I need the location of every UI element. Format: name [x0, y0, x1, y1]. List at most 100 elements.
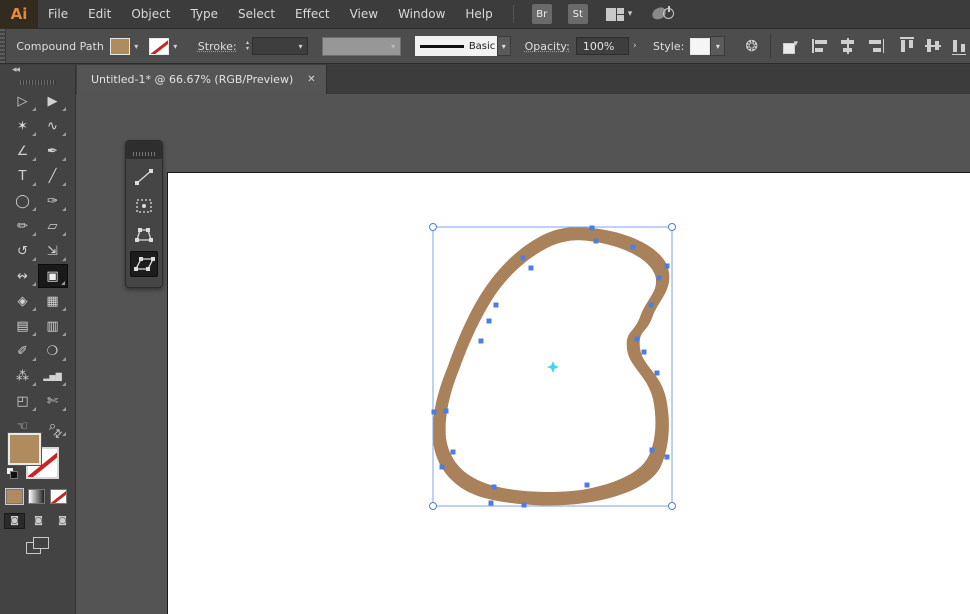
scale-tool[interactable]: ⇲ — [38, 239, 68, 263]
stroke-none-swatch[interactable] — [149, 38, 169, 55]
align-left-icon[interactable] — [812, 37, 832, 55]
artboard[interactable] — [167, 172, 970, 614]
align-middle-vertical-icon[interactable] — [924, 37, 944, 55]
sync-settings-icon[interactable] — [652, 5, 674, 23]
menu-effect[interactable]: Effect — [285, 0, 340, 29]
lasso-tool[interactable]: ∿ — [38, 114, 68, 138]
fill-color-indicator[interactable] — [8, 433, 41, 465]
stroke-weight-stepper[interactable]: ▴▾ — [243, 37, 253, 55]
rotate-tool[interactable]: ↺ — [8, 239, 38, 263]
perspective-grid-tool[interactable]: ▦ — [38, 289, 68, 313]
tools-grid: ▷▶✶∿∠✒T╱◯✑✏▱↺⇲↭▣◈▦▤▥✐❍⁂▂▅▇◰✄☜⌕ — [0, 89, 75, 438]
stroke-preview-line — [420, 45, 464, 48]
free-transform-tool[interactable]: ▣ — [38, 264, 68, 288]
document-tab-bar: Untitled-1* @ 66.67% (RGB/Preview) ✕ — [0, 65, 970, 94]
column-graph-tool[interactable]: ▂▅▇ — [38, 364, 68, 388]
close-icon[interactable]: ✕ — [307, 74, 315, 85]
drawing-mode-buttons: ◙ ◙ ◙ — [4, 513, 73, 529]
tools-panel: ◂◂ ▷▶✶∿∠✒T╱◯✑✏▱↺⇲↭▣◈▦▤▥✐❍⁂▂▅▇◰✄☜⌕ ⇄ ◙ ◙ … — [0, 65, 76, 614]
menu-help[interactable]: Help — [455, 0, 502, 29]
style-label: Style: — [653, 40, 684, 53]
fill-color-dropdown[interactable]: ▾ — [110, 38, 143, 55]
align-top-icon[interactable] — [898, 37, 918, 55]
none-button[interactable] — [50, 489, 67, 504]
type-tool[interactable]: T — [8, 164, 38, 188]
align-bottom-icon[interactable] — [950, 37, 970, 55]
eyedropper-tool[interactable]: ✐ — [8, 339, 38, 363]
ellipse-tool[interactable]: ◯ — [8, 189, 38, 213]
align-right-icon[interactable] — [864, 37, 884, 55]
stroke-weight-dropdown[interactable]: ▾ — [252, 37, 308, 55]
transform-icon[interactable]: ▾ — [783, 39, 798, 54]
brush-definition-dropdown: ▾ — [322, 37, 401, 56]
width-tool[interactable]: ↭ — [8, 264, 38, 288]
chevron-down-icon[interactable]: ▾ — [294, 38, 307, 55]
align-center-horizontal-icon[interactable] — [838, 37, 858, 55]
curvature-tool[interactable]: ✒ — [38, 139, 68, 163]
fill-color-swatch[interactable] — [110, 38, 130, 55]
document-tab-title: Untitled-1* @ 66.67% (RGB/Preview) — [91, 73, 293, 86]
menu-object[interactable]: Object — [121, 0, 180, 29]
opacity-arrow-button[interactable]: › — [629, 37, 642, 55]
menu-type[interactable]: Type — [180, 0, 228, 29]
variable-width-profile[interactable]: Basic — [415, 36, 497, 56]
menu-select[interactable]: Select — [228, 0, 285, 29]
free-distort-button[interactable] — [130, 251, 158, 277]
color-button[interactable] — [6, 489, 23, 504]
menu-items: FileEditObjectTypeSelectEffectViewWindow… — [38, 0, 503, 29]
default-fill-stroke-icon[interactable] — [6, 467, 19, 480]
perspective-distort-button[interactable] — [130, 222, 158, 248]
magic-wand-tool[interactable]: ✶ — [8, 114, 38, 138]
style-swatch[interactable] — [690, 38, 710, 55]
workspace-switcher-icon[interactable] — [606, 8, 624, 21]
gradient-button[interactable] — [28, 489, 45, 504]
pen-tool[interactable]: ∠ — [8, 139, 38, 163]
chevron-down-icon[interactable]: ▾ — [169, 38, 182, 55]
illustrator-logo: Ai — [0, 0, 38, 29]
color-type-buttons — [6, 489, 67, 504]
opacity-input[interactable]: 100% — [576, 37, 629, 55]
mesh-tool[interactable]: ▤ — [8, 314, 38, 338]
stroke-profile-value: Basic — [469, 41, 495, 52]
context-label: Compound Path — [16, 40, 103, 53]
artboard-tool[interactable]: ◰ — [8, 389, 38, 413]
paintbrush-tool[interactable]: ✑ — [38, 189, 68, 213]
document-tab[interactable]: Untitled-1* @ 66.67% (RGB/Preview) ✕ — [77, 65, 327, 94]
pencil-tool[interactable]: ✏ — [8, 214, 38, 238]
profile-chevron-button[interactable]: ▾ — [497, 36, 511, 56]
menu-bar: Ai FileEditObjectTypeSelectEffectViewWin… — [0, 0, 970, 29]
panel-grip[interactable] — [0, 29, 6, 63]
eraser-tool[interactable]: ▱ — [38, 214, 68, 238]
direct-selection-tool[interactable]: ▶ — [38, 89, 68, 113]
slice-tool[interactable]: ✄ — [38, 389, 68, 413]
stroke-color-dropdown[interactable]: ▾ — [149, 38, 182, 55]
line-segment-tool[interactable]: ╱ — [38, 164, 68, 188]
menu-window[interactable]: Window — [388, 0, 455, 29]
widget-drag-handle[interactable] — [126, 141, 162, 159]
graphic-style-dropdown[interactable]: ▾ — [690, 36, 725, 56]
canvas-area: ◂◂ ▷▶✶∿∠✒T╱◯✑✏▱↺⇲↭▣◈▦▤▥✐❍⁂▂▅▇◰✄☜⌕ ⇄ ◙ ◙ … — [0, 94, 970, 614]
chevron-down-icon[interactable]: ▾ — [710, 36, 725, 56]
free-transform-button[interactable] — [130, 193, 158, 219]
bridge-button[interactable]: Br — [532, 4, 552, 24]
chevron-down-icon[interactable]: ▾ — [130, 38, 143, 55]
collapse-panel-icon[interactable]: ◂◂ — [0, 65, 75, 77]
shape-builder-tool[interactable]: ◈ — [8, 289, 38, 313]
recolor-artwork-icon[interactable]: ❂ — [745, 37, 758, 55]
blend-tool[interactable]: ❍ — [38, 339, 68, 363]
draw-inside-button[interactable]: ◙ — [52, 513, 73, 529]
symbol-sprayer-tool[interactable]: ⁂ — [8, 364, 38, 388]
menu-view[interactable]: View — [340, 0, 388, 29]
draw-behind-button[interactable]: ◙ — [28, 513, 49, 529]
menu-file[interactable]: File — [38, 0, 78, 29]
screen-mode-icon[interactable] — [26, 537, 50, 555]
stock-button[interactable]: St — [568, 4, 588, 24]
panel-grip[interactable] — [20, 80, 56, 85]
menu-edit[interactable]: Edit — [78, 0, 121, 29]
gradient-tool[interactable]: ▥ — [38, 314, 68, 338]
constrain-button[interactable] — [130, 164, 158, 190]
opacity-label: Opacity: — [525, 40, 570, 53]
selection-tool[interactable]: ▷ — [8, 89, 38, 113]
chevron-down-icon[interactable]: ▾ — [628, 9, 633, 19]
draw-normal-button[interactable]: ◙ — [4, 513, 25, 529]
